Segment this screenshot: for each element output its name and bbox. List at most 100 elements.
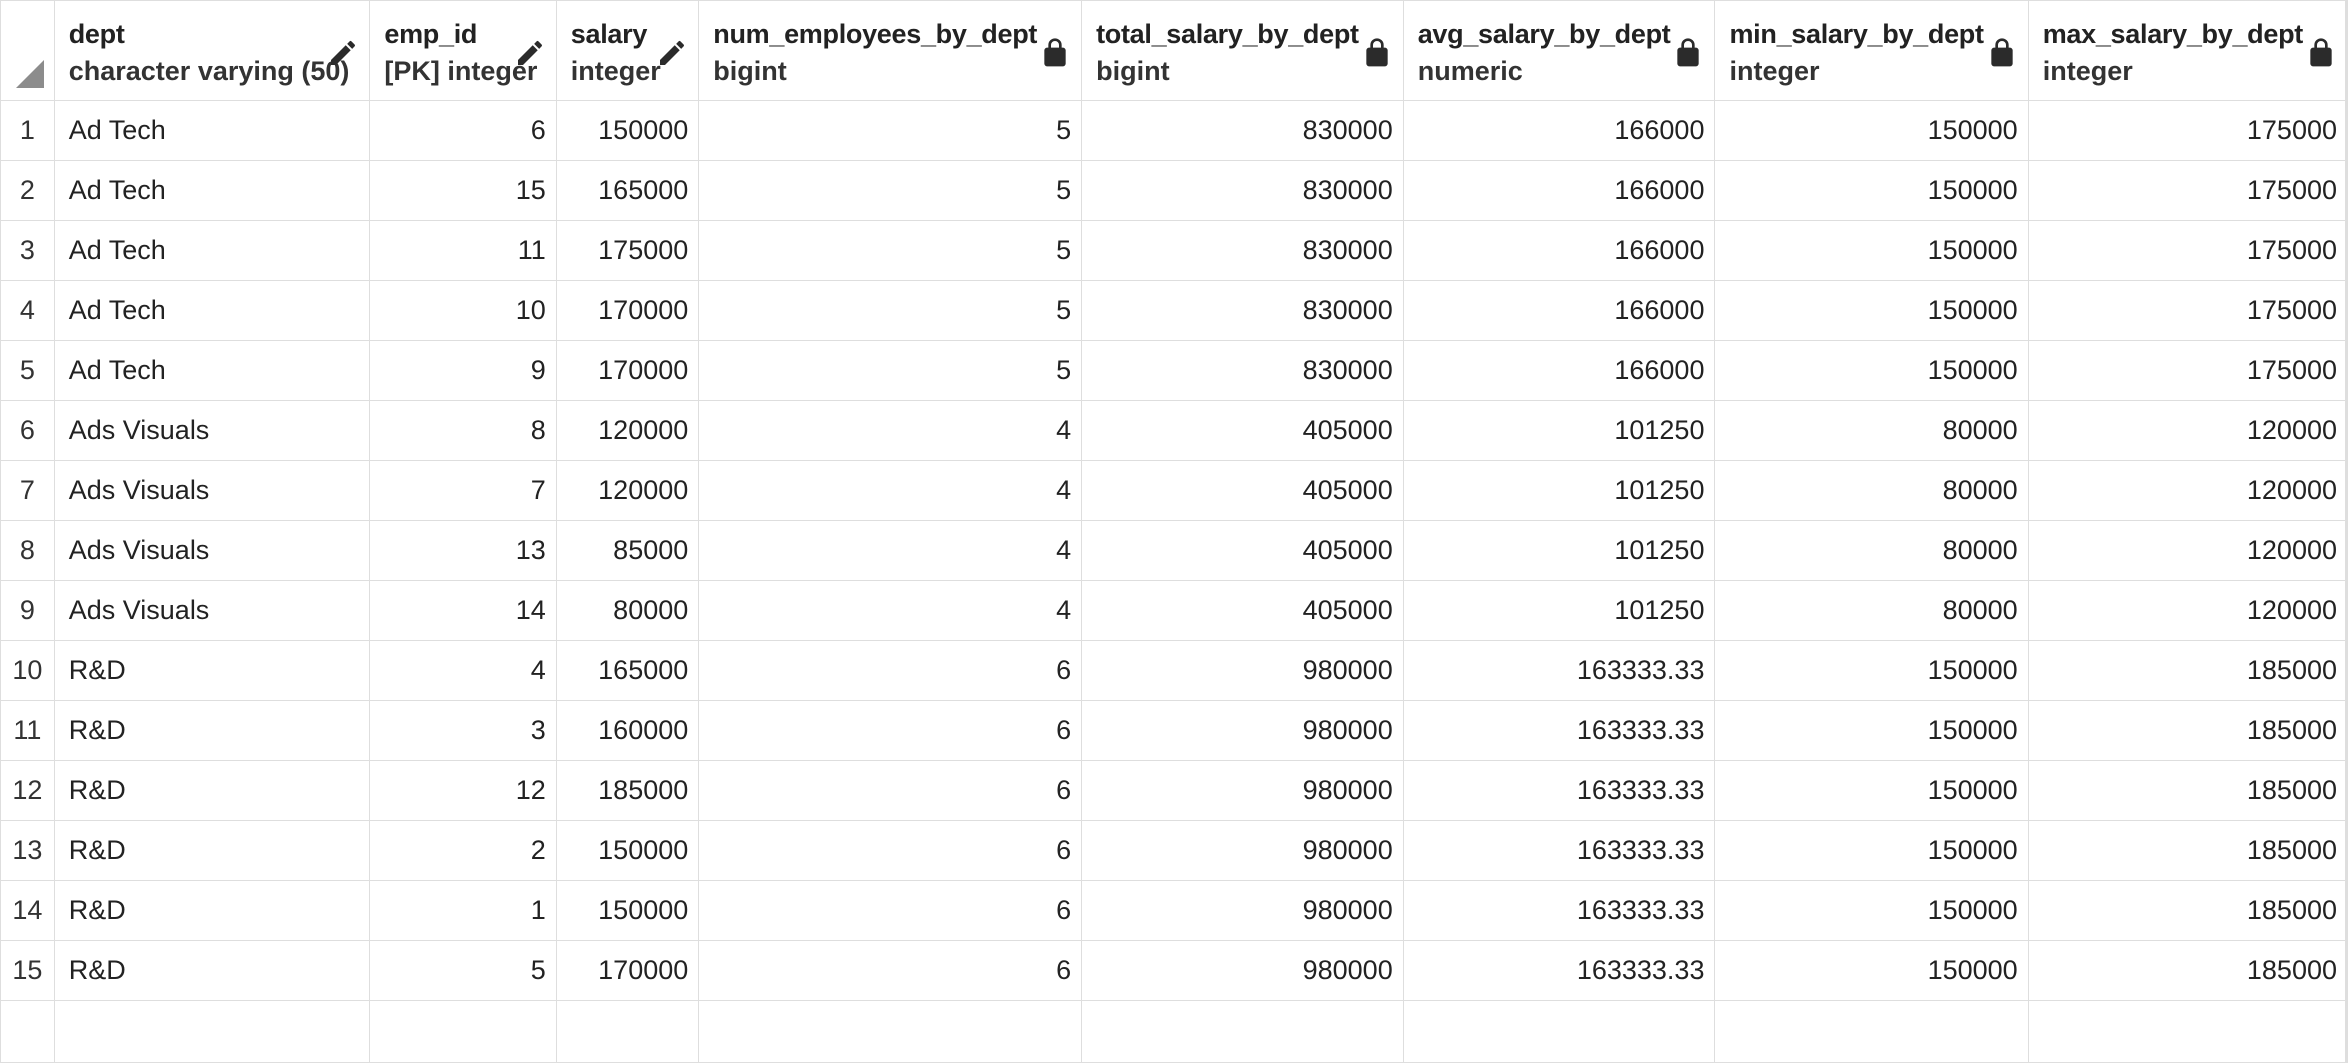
min-salary-cell[interactable]: 150000 [1714,100,2029,161]
num-employees-cell[interactable]: 6 [698,940,1083,1001]
salary-cell[interactable]: 120000 [555,460,700,521]
num-employees-cell[interactable]: 5 [698,100,1083,161]
emp-id-cell[interactable]: 2 [369,820,557,881]
table-row[interactable]: 12 R&D 12 185000 6 980000 163333.33 150000 18500… [0,760,2348,821]
salary-cell[interactable]: 120000 [555,400,700,461]
max-salary-cell[interactable]: 120000 [2027,580,2348,641]
avg-salary-cell[interactable]: 101250 [1402,520,1716,581]
table-row[interactable]: 4 Ad Tech 10 170000 5 830000 166000 150000 17500… [0,280,2348,341]
emp-id-cell[interactable]: 5 [369,940,557,1001]
emp-id-cell[interactable]: 7 [369,460,557,521]
row-number[interactable]: 10 [0,640,55,701]
avg-salary-cell[interactable]: 101250 [1402,580,1716,641]
avg-salary-cell[interactable]: 163333.33 [1402,700,1716,761]
empty-cell[interactable] [53,1000,371,1063]
min-salary-cell[interactable]: 150000 [1714,820,2029,881]
max-salary-cell[interactable]: 120000 [2027,400,2348,461]
max-salary-cell[interactable]: 120000 [2027,460,2348,521]
row-number[interactable]: 15 [0,940,55,1001]
empty-new-row[interactable] [0,1000,2348,1063]
empty-cell[interactable] [1402,1000,1716,1063]
dept-cell[interactable]: Ad Tech [53,280,371,341]
max-salary-cell[interactable]: 185000 [2027,880,2348,941]
empty-cell[interactable] [698,1000,1083,1063]
min-salary-cell[interactable]: 80000 [1714,580,2029,641]
salary-cell[interactable]: 170000 [555,280,700,341]
row-number[interactable]: 1 [0,100,55,161]
avg-salary-cell[interactable]: 101250 [1402,400,1716,461]
dept-cell[interactable]: R&D [53,640,371,701]
row-number[interactable]: 13 [0,820,55,881]
num-employees-cell[interactable]: 6 [698,640,1083,701]
row-number[interactable]: 2 [0,160,55,221]
dept-cell[interactable]: Ads Visuals [53,400,371,461]
max-salary-cell[interactable]: 185000 [2027,820,2348,881]
row-number[interactable]: 14 [0,880,55,941]
table-row[interactable]: 13 R&D 2 150000 6 980000 163333.33 150000 185000 [0,820,2348,881]
dept-cell[interactable]: Ad Tech [53,100,371,161]
avg-salary-cell[interactable]: 163333.33 [1402,640,1716,701]
max-salary-cell[interactable]: 175000 [2027,100,2348,161]
emp-id-cell[interactable]: 10 [369,280,557,341]
column-header[interactable]: emp_id [PK] integer [369,0,557,101]
min-salary-cell[interactable]: 150000 [1714,160,2029,221]
max-salary-cell[interactable]: 185000 [2027,640,2348,701]
salary-cell[interactable]: 150000 [555,820,700,881]
dept-cell[interactable]: R&D [53,760,371,821]
num-employees-cell[interactable]: 6 [698,700,1083,761]
salary-cell[interactable]: 165000 [555,640,700,701]
table-row[interactable]: 9 Ads Visuals 14 80000 4 405000 101250 80000 120… [0,580,2348,641]
table-row[interactable]: 2 Ad Tech 15 165000 5 830000 166000 150000 17500… [0,160,2348,221]
emp-id-cell[interactable]: 13 [369,520,557,581]
emp-id-cell[interactable]: 4 [369,640,557,701]
max-salary-cell[interactable]: 185000 [2027,760,2348,821]
row-number[interactable]: 5 [0,340,55,401]
min-salary-cell[interactable]: 150000 [1714,700,2029,761]
min-salary-cell[interactable]: 80000 [1714,460,2029,521]
min-salary-cell[interactable]: 150000 [1714,940,2029,1001]
dept-cell[interactable]: R&D [53,700,371,761]
salary-cell[interactable]: 80000 [555,580,700,641]
column-header[interactable]: min_salary_by_dept integer [1714,0,2029,101]
max-salary-cell[interactable]: 175000 [2027,340,2348,401]
column-header[interactable]: salary integer [555,0,700,101]
empty-cell[interactable] [1081,1000,1404,1063]
column-header[interactable]: max_salary_by_dept integer [2027,0,2348,101]
emp-id-cell[interactable]: 11 [369,220,557,281]
emp-id-cell[interactable]: 1 [369,880,557,941]
total-salary-cell[interactable]: 980000 [1081,640,1404,701]
num-employees-cell[interactable]: 4 [698,580,1083,641]
max-salary-cell[interactable]: 185000 [2027,940,2348,1001]
min-salary-cell[interactable]: 80000 [1714,520,2029,581]
total-salary-cell[interactable]: 405000 [1081,460,1404,521]
avg-salary-cell[interactable]: 166000 [1402,100,1716,161]
min-salary-cell[interactable]: 150000 [1714,760,2029,821]
min-salary-cell[interactable]: 150000 [1714,340,2029,401]
row-number[interactable]: 4 [0,280,55,341]
max-salary-cell[interactable]: 175000 [2027,280,2348,341]
num-employees-cell[interactable]: 5 [698,280,1083,341]
empty-cell[interactable] [1714,1000,2029,1063]
total-salary-cell[interactable]: 980000 [1081,700,1404,761]
total-salary-cell[interactable]: 405000 [1081,400,1404,461]
dept-cell[interactable]: Ad Tech [53,220,371,281]
table-row[interactable]: 10 R&D 4 165000 6 980000 163333.33 150000 185000 [0,640,2348,701]
avg-salary-cell[interactable]: 163333.33 [1402,820,1716,881]
salary-cell[interactable]: 160000 [555,700,700,761]
empty-cell[interactable] [369,1000,557,1063]
avg-salary-cell[interactable]: 163333.33 [1402,940,1716,1001]
dept-cell[interactable]: Ads Visuals [53,580,371,641]
table-row[interactable]: 14 R&D 1 150000 6 980000 163333.33 150000 185000 [0,880,2348,941]
column-header[interactable]: dept character varying (50) [53,0,371,101]
salary-cell[interactable]: 175000 [555,220,700,281]
avg-salary-cell[interactable]: 166000 [1402,280,1716,341]
emp-id-cell[interactable]: 3 [369,700,557,761]
salary-cell[interactable]: 150000 [555,100,700,161]
table-row[interactable]: 5 Ad Tech 9 170000 5 830000 166000 150000 175000 [0,340,2348,401]
select-all-corner[interactable] [0,0,55,101]
row-number[interactable]: 11 [0,700,55,761]
row-number[interactable]: 3 [0,220,55,281]
min-salary-cell[interactable]: 150000 [1714,280,2029,341]
avg-salary-cell[interactable]: 163333.33 [1402,880,1716,941]
dept-cell[interactable]: R&D [53,820,371,881]
